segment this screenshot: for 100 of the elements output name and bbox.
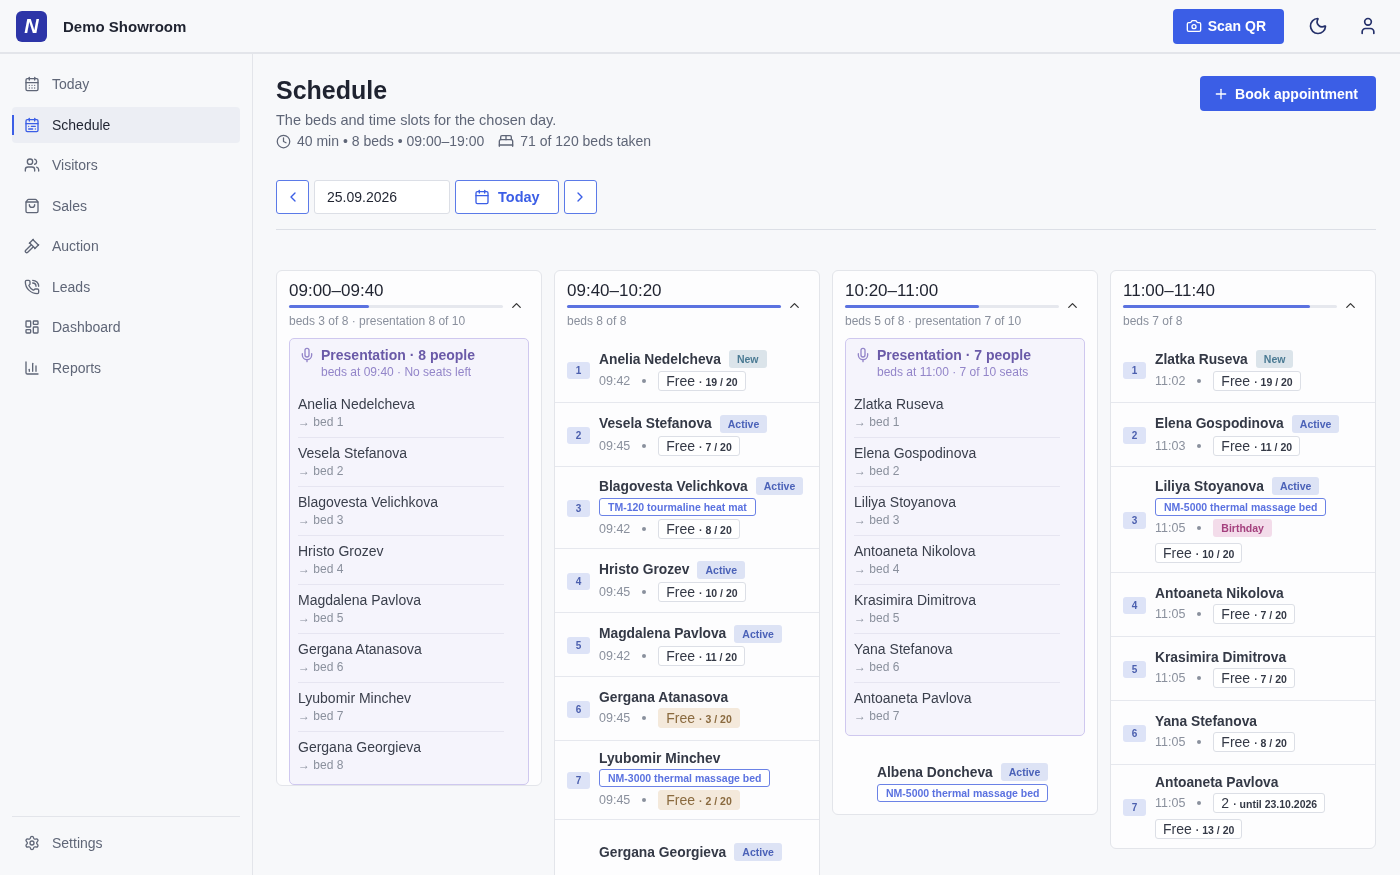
app-logo: N [16,10,47,42]
separator-dot [642,716,647,720]
sidebar-item[interactable]: Reports [12,349,240,386]
booking-row[interactable]: 2 Vesela Stefanova Active 09:45 Free · 7 / 20 [555,402,819,466]
booking-time: 09:45 [599,438,631,453]
sidebar-item[interactable]: Sales [12,187,240,224]
date-field[interactable]: 25.09.2026 [314,180,450,214]
attendee-name: Antoaneta Pavlova [854,690,973,706]
booking-row[interactable]: 5 Magdalena Pavlova Active 09:42 Free · 11 / 20 [555,612,819,676]
booking-row[interactable]: 7 Antoaneta Pavlova 11:05 2 · until 23.10.2026 Free · 13 / 20 [1111,764,1375,848]
booking-row[interactable]: 4 Antoaneta Nikolova 11:05 Free · 7 / 20 [1111,572,1375,636]
status-tag: New [1255,350,1294,368]
attendee-bed: → bed 6 [854,660,901,674]
bed-number: 3 [1123,511,1146,529]
attendee-name: Blagovesta Velichkova [298,494,440,510]
separator-dot [642,653,647,658]
visitor-name: Lyubomir Minchev [599,751,721,766]
sidebar-item[interactable]: Visitors [12,147,240,183]
slot-summary: beds 3 of 8 · presentation 8 of 10 [289,314,467,328]
booking-time: 09:42 [599,648,631,663]
phone-icon [24,278,40,295]
bed-number: 2 [1123,426,1146,444]
booking-row[interactable]: Albena Doncheva Active NM-5000 thermal massage bed [833,750,1097,814]
previous-day-button[interactable] [276,180,309,214]
attendee-name: Gergana Georgieva [298,739,422,755]
attendee-bed: → bed 4 [854,562,901,576]
pass-chip: Free · 3 / 20 [658,708,740,728]
slot-time: 11:00–11:40 [1123,281,1216,301]
status-tag: Active [734,624,782,643]
page-title: Schedule [276,76,389,105]
attendee-bed: → bed 2 [298,464,345,478]
booking-row[interactable]: 3 Blagovesta Velichkova Active TM-120 tourmaline heat mat 09:42 Free · 8 / 20 [555,466,819,548]
visitor-name: Antoaneta Pavlova [1155,775,1279,790]
status-tag: Active [719,414,768,433]
status-tag: Active [734,843,782,861]
separator-dot [1197,676,1202,680]
attendee-bed: → bed 7 [854,709,901,723]
bed-number: 2 [567,426,590,444]
attendee-name: Liliya Stoyanova [854,494,957,510]
booking-time: 11:05 [1155,671,1186,685]
bed-number: 4 [567,572,590,590]
attendee-bed: → bed 3 [854,513,901,527]
next-day-button[interactable] [563,180,597,214]
booking-row[interactable]: 1 Anelia Nedelcheva New 09:42 Free · 19 / 20 [555,338,819,402]
bed-number: 6 [567,700,590,718]
attendee-bed: → bed 1 [298,415,345,429]
booking-time: 11:05 [1155,607,1186,621]
sidebar-item[interactable]: Schedule [12,106,240,143]
booking-row[interactable]: 4 Hristo Grozev Active 09:45 Free · 10 / 20 [555,548,819,612]
slot-summary: beds 8 of 8 [567,314,628,328]
dashboard-icon [24,319,40,335]
pass-chip: Free · 11 / 20 [1213,435,1301,456]
separator-dot [642,798,647,802]
visitor-name: Gergana Georgieva [599,844,727,860]
book-appointment-button[interactable]: Book appointment [1200,76,1376,111]
sidebar-item[interactable]: Today [12,66,240,102]
status-tag: Active [1291,414,1340,433]
booking-time: 11:03 [1155,438,1186,453]
occasion-tag: Birthday [1213,519,1272,537]
booking-time: 09:42 [599,374,631,388]
visitor-name: Zlatka Ruseva [1155,351,1248,367]
schedule-meta: 40 min • 8 beds • 09:00–19:00 [297,133,485,149]
sidebar-item[interactable]: Leads [12,268,240,305]
separator-dot [1197,526,1202,530]
booking-time: 11:05 [1155,796,1186,810]
pass-chip: Free · 19 / 20 [658,371,746,391]
attendee-bed: → bed 1 [854,415,901,429]
attendee-bed: → bed 2 [854,464,901,478]
sidebar-item[interactable]: Settings [12,825,240,861]
microphone-icon [299,347,315,363]
booking-time: 11:05 [1155,735,1186,749]
booking-row[interactable]: 5 Krasimira Dimitrova 11:05 Free · 7 / 20 [1111,636,1375,700]
bed-number: 3 [567,499,590,517]
booking-row[interactable]: 7 Lyubomir Minchev NM-3000 thermal massage bed 09:45 Free · 2 / 20 [555,740,819,819]
user-icon [1358,16,1378,36]
scan-qr-button[interactable]: Scan QR [1172,8,1284,44]
app-title: Demo Showroom [63,17,188,35]
visitor-name: Gergana Atanasova [599,690,729,705]
attendee-name: Magdalena Pavlova [298,592,422,608]
device-tag: NM-5000 thermal massage bed [1155,498,1327,516]
booking-row[interactable]: 1 Zlatka Ruseva New 11:02 Free · 19 / 20 [1111,338,1375,402]
sidebar-item[interactable]: Dashboard [12,309,240,345]
presentation-subtitle: beds at 09:40 · No seats left [321,365,473,379]
presentation-title: Presentation · 8 people [321,347,477,363]
microphone-icon [855,347,871,363]
booking-row[interactable]: 2 Elena Gospodinova Active 11:03 Free · 11 / 20 [1111,402,1375,466]
attendee-name: Krasimira Dimitrova [854,592,978,608]
booking-row[interactable]: 6 Gergana Atanasova 09:45 Free · 3 / 20 [555,676,819,740]
visitor-name: Yana Stefanova [1155,714,1257,729]
moon-icon [1308,16,1328,36]
bed-number: 7 [1123,798,1146,816]
calendar-icon [24,116,40,133]
booking-row[interactable]: 6 Yana Stefanova 11:05 Free · 8 / 20 [1111,700,1375,764]
booking-row[interactable]: 3 Liliya Stoyanova Active NM-5000 thermal massage bed 11:05 Birthday Free · 10 / 20 [1111,466,1375,572]
pass-chip: Free · 7 / 20 [658,435,740,456]
attendee-bed: → bed 6 [298,660,345,674]
sidebar-item[interactable]: Auction [12,228,240,264]
today-button[interactable]: Today [455,180,559,214]
users-icon [24,157,40,173]
booking-row[interactable]: Gergana Georgieva Active [555,819,819,875]
